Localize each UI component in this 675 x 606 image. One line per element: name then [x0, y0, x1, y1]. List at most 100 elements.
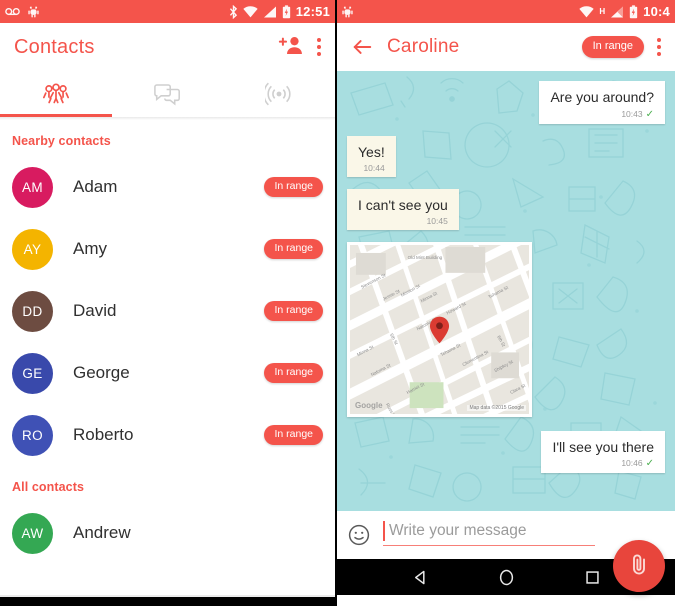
list-item[interactable]: AM Adam In range: [0, 156, 335, 218]
message-time: 10:44: [363, 163, 385, 173]
message-row: Stevenson St Jessie St Mission St Minna …: [347, 241, 665, 417]
status-badge[interactable]: In range: [581, 36, 644, 58]
delivered-check-icon: ✓: [645, 108, 654, 120]
list-item[interactable]: AW Andrew: [0, 502, 335, 564]
message-row: Yes! 10:44: [347, 135, 665, 177]
avatar: AW: [12, 512, 53, 554]
message-bubble-incoming[interactable]: I can't see you 10:45: [347, 188, 459, 230]
message-bubble-incoming[interactable]: Yes! 10:44: [347, 135, 396, 177]
message-bubble-outgoing[interactable]: I'll see you there 10:46 ✓: [541, 430, 665, 473]
contact-name: Amy: [73, 239, 107, 258]
text-cursor: [383, 520, 385, 541]
wifi-icon: [243, 5, 258, 18]
contacts-list[interactable]: Nearby contacts AM Adam In range AY Amy …: [0, 120, 335, 597]
message-thread[interactable]: Are you around? 10:43 ✓ Yes! 10:44 I can…: [337, 71, 675, 511]
chat-screen: H 10:4 Caroline In range Are you around?…: [337, 0, 675, 606]
people-group-icon: [41, 83, 71, 105]
status-bar-clock: 12:51: [295, 3, 330, 19]
section-header-nearby: Nearby contacts: [12, 134, 111, 148]
android-robot-icon: [28, 6, 39, 18]
message-text: Yes!: [358, 143, 385, 160]
list-item[interactable]: GE George In range: [0, 342, 335, 404]
voicemail-icon: [5, 6, 20, 17]
android-nav-bar-left: [0, 597, 335, 606]
recents-square-icon[interactable]: [585, 570, 600, 585]
list-item[interactable]: DD David In range: [0, 280, 335, 342]
active-tab-indicator: [0, 114, 112, 117]
delivered-check-icon: ✓: [645, 458, 654, 469]
emoji-smiley-icon[interactable]: [347, 523, 371, 547]
contact-name: Roberto: [73, 425, 134, 444]
contact-name: George: [73, 363, 130, 382]
map-thumbnail[interactable]: Stevenson St Jessie St Mission St Minna …: [350, 244, 529, 414]
shared-location-bubble[interactable]: Stevenson St Jessie St Mission St Minna …: [347, 241, 532, 417]
contacts-app-bar: Contacts: [0, 23, 335, 71]
status-badge[interactable]: In range: [264, 177, 323, 197]
overflow-menu-icon[interactable]: [657, 38, 661, 56]
sidebar-item-people[interactable]: [0, 71, 112, 117]
contact-name: Andrew: [73, 523, 131, 542]
message-row: I'll see you there 10:46 ✓: [347, 430, 665, 473]
status-badge[interactable]: In range: [264, 301, 323, 321]
section-header-all: All contacts: [12, 480, 85, 494]
avatar: RO: [12, 414, 53, 456]
back-arrow-icon[interactable]: [351, 36, 373, 58]
page-title: Contacts: [14, 35, 95, 58]
battery-icon: [629, 4, 638, 19]
message-bubble-outgoing[interactable]: Are you around? 10:43 ✓: [539, 81, 665, 124]
message-text: I can't see you: [358, 196, 448, 213]
signal-icon: [263, 6, 277, 18]
list-bottom-edge: [0, 595, 335, 597]
battery-icon: [282, 4, 291, 19]
message-time: 10:46: [621, 458, 643, 468]
status-bar-left: 12:51: [0, 0, 335, 23]
message-row: I can't see you 10:45: [347, 188, 665, 230]
sidebar-item-chats[interactable]: [112, 71, 224, 117]
sidebar-item-broadcast[interactable]: [223, 71, 335, 117]
google-logo: Google: [355, 400, 383, 410]
contacts-screen: 12:51 Contacts Nearby contacts AM Adam I…: [0, 0, 337, 606]
messages-container: Are you around? 10:43 ✓ Yes! 10:44 I can…: [337, 71, 675, 473]
message-text: Are you around?: [550, 89, 654, 105]
wifi-icon: [579, 5, 595, 18]
status-badge[interactable]: In range: [264, 239, 323, 259]
svg-text:Old Mint Building: Old Mint Building: [408, 254, 443, 259]
avatar: AM: [12, 166, 53, 208]
chat-contact-name: Caroline: [387, 36, 460, 57]
list-item[interactable]: RO Roberto In range: [0, 404, 335, 466]
android-robot-icon: [342, 6, 353, 18]
overflow-menu-icon[interactable]: [317, 38, 321, 56]
signal-icon: [610, 6, 624, 18]
message-input[interactable]: Write your message: [383, 520, 595, 551]
attach-fab-button[interactable]: [613, 540, 665, 592]
bluetooth-icon: [229, 4, 238, 19]
chat-bubbles-icon: [154, 82, 181, 106]
status-bar-right: H 10:4: [337, 0, 675, 23]
map-attribution: Map data ©2015 Google: [467, 404, 526, 411]
message-time: 10:43: [621, 108, 643, 119]
avatar: AY: [12, 228, 53, 270]
message-time: 10:45: [426, 216, 448, 226]
avatar: DD: [12, 290, 53, 332]
home-circle-icon[interactable]: [498, 568, 515, 587]
dual-phone-screenshot: 12:51 Contacts Nearby contacts AM Adam I…: [0, 0, 675, 606]
input-underline: [383, 544, 595, 547]
status-badge[interactable]: In range: [264, 425, 323, 445]
message-meta: 10:45: [358, 217, 448, 226]
contact-name: David: [73, 301, 117, 320]
message-meta: 10:44: [358, 163, 385, 173]
chat-app-bar: Caroline In range: [337, 23, 675, 71]
message-input-placeholder: Write your message: [389, 521, 527, 539]
broadcast-radar-icon: [265, 80, 293, 108]
back-triangle-icon[interactable]: [412, 569, 429, 586]
message-text: I'll see you there: [552, 438, 654, 455]
status-bar-clock: 10:4: [643, 3, 670, 19]
paperclip-icon: [627, 552, 651, 581]
add-person-icon[interactable]: [278, 35, 304, 60]
list-item[interactable]: AY Amy In range: [0, 218, 335, 280]
status-badge[interactable]: In range: [264, 363, 323, 383]
avatar: GE: [12, 352, 53, 394]
message-row: Are you around? 10:43 ✓: [347, 81, 665, 124]
contact-name: Adam: [73, 177, 118, 196]
network-type-label: H: [599, 6, 606, 16]
